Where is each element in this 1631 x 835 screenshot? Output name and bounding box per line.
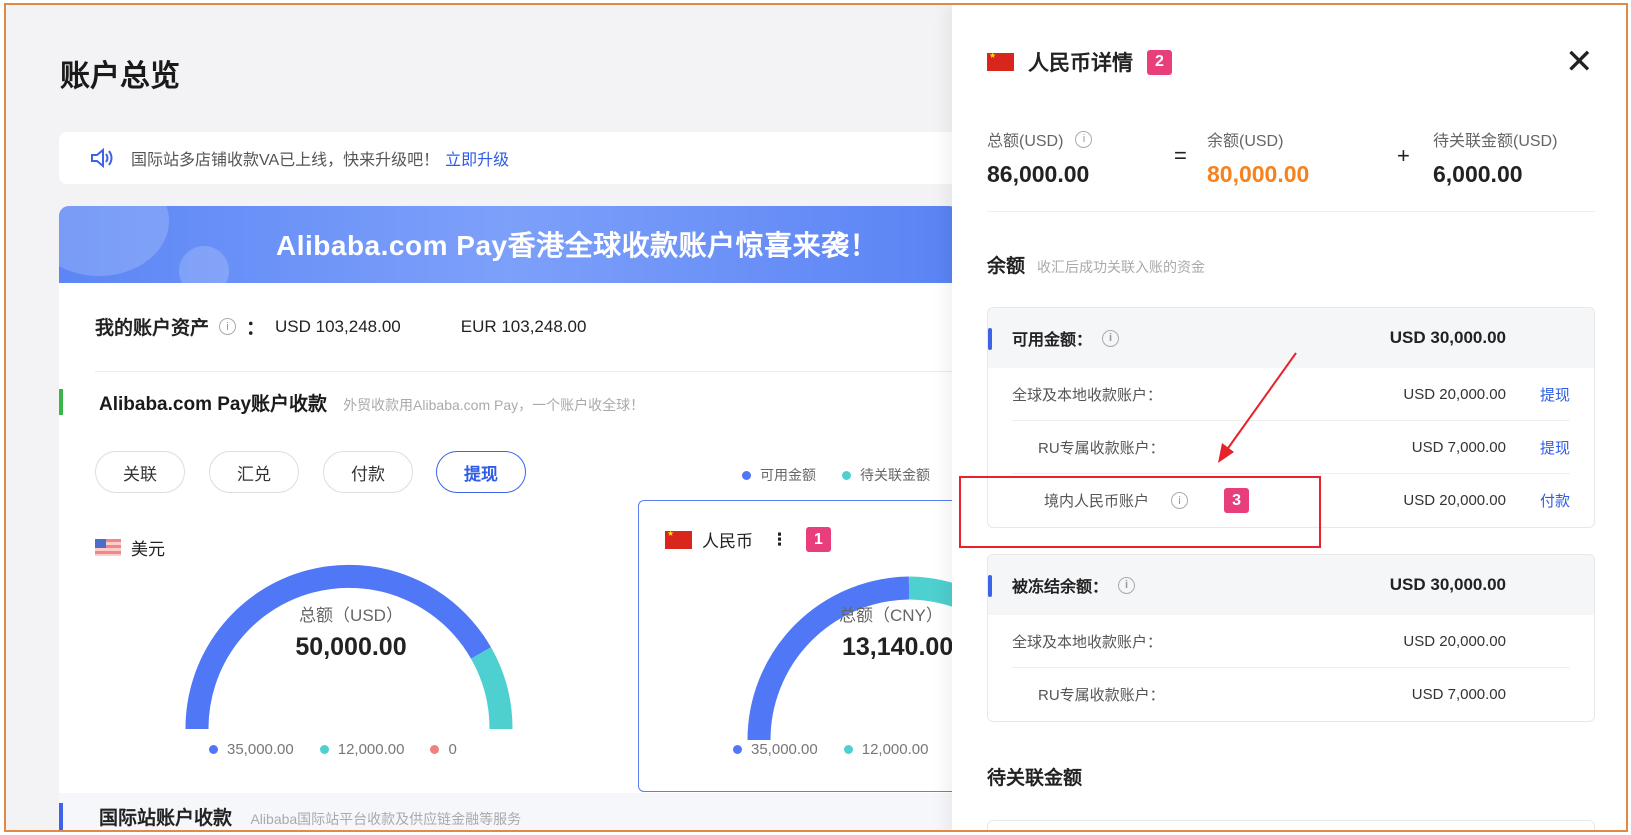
usd-other: 0 [448,741,457,758]
rmb-values: 35,000.00 12,000.00 [733,741,928,758]
equals-sign: = [1174,143,1187,168]
section-title: Alibaba.com Pay账户收款 [99,394,328,415]
withdraw-link[interactable]: 提现 [1540,384,1570,405]
app-window: 账户总览 国际站多店铺收款VA已上线，快来升级吧！ 立即升级 Alibaba.c… [4,3,1628,832]
upgrade-link[interactable]: 立即升级 [445,146,509,170]
total-value: 86,000.00 [987,161,1090,187]
info-icon[interactable]: i [1118,576,1136,594]
promo-banner[interactable]: Alibaba.com Pay香港全球收款账户惊喜来袭！ [59,206,959,284]
usd-values: 35,000.00 12,000.00 0 [209,741,457,758]
speaker-icon [91,147,113,169]
balance-section-title: 余额 收汇后成功关联入账的资金 [987,256,1206,277]
intl-section: 国际站账户收款 Alibaba国际站平台收款及供应链金融等服务 [59,793,959,830]
info-icon[interactable]: i [1075,130,1093,148]
rmb-total-label: 总额（CNY） [839,606,943,625]
pending-label: 待关联金额(USD) [1433,133,1558,150]
cn-flag-icon [987,51,1014,71]
frozen-amount: USD 30,000.00 [1389,575,1506,594]
chart-legend: 可用金额 待关联金额 [742,465,930,485]
us-flag-icon [95,539,121,556]
page-title: 账户总览 [60,60,180,93]
balance-value: 80,000.00 [1207,161,1310,187]
assets-colon: ： [246,318,266,339]
gauge-pending-arc [470,647,513,730]
pay-link[interactable]: 付款 [1540,490,1570,511]
info-icon[interactable]: i [219,318,237,335]
section-header: Alibaba.com Pay账户收款 外贸收款用Alibaba.com Pay… [59,389,644,415]
drawer-title-text: 人民币详情 [1028,52,1133,75]
banner-text: Alibaba.com Pay香港全球收款账户惊喜来袭！ [276,230,879,261]
assets-card: 我的账户资产 i ： USD 103,248.00 EUR 103,248.00… [59,283,998,793]
annotation-highlight-box [959,476,1321,548]
pending-box [987,820,1595,830]
account-assets: 我的账户资产 i ： USD 103,248.00 EUR 103,248.00 [95,313,586,340]
pending-section-title: 待关联金额 [987,768,1083,789]
list-item: 全球及本地收款账户： USD 20,000.00 [1012,615,1570,668]
info-icon[interactable]: i [1102,329,1120,347]
rmb-detail-drawer: 人民币详情 2 ✕ 总额(USD)i 86,000.00 = 余额(USD) 8… [952,5,1626,830]
usd-label: 美元 [131,540,165,559]
legend-available: 可用金额 [742,465,816,485]
drawer-title: 人民币详情 2 [987,47,1172,77]
usd-available: 35,000.00 [227,741,294,758]
list-item: RU专属收款账户： USD 7,000.00 [1038,686,1506,704]
divider [987,211,1595,212]
usd-total-label: 总额（USD） [299,606,403,625]
usd-currency: 美元 [95,535,165,560]
usd-pending: 12,000.00 [337,741,405,758]
available-amount: USD 30,000.00 [1389,328,1506,347]
close-icon[interactable]: ✕ [1565,45,1594,79]
usd-total-value: 50,000.00 [295,633,407,661]
rmb-card[interactable]: 人民币 ⋮ 1 总额（CNY） 13,140.00 35,000.00 12,0… [638,500,998,792]
total-label: 总额(USD) i [987,127,1093,151]
link-button[interactable]: 关联 [95,451,185,493]
withdraw-button[interactable]: 提现 [436,451,526,493]
frozen-header: 被冻结余额： i USD 30,000.00 [988,555,1594,615]
assets-usd: USD 103,248.00 [275,316,401,336]
plus-sign: + [1397,143,1410,168]
notice-text: 国际站多店铺收款VA已上线，快来升级吧！ [131,152,440,169]
assets-label: 我的账户资产 [95,318,210,339]
annotation-arrow-icon [1218,352,1297,463]
section-desc: 外贸收款用Alibaba.com Pay，一个账户收全球！ [343,397,645,413]
balance-label: 余额(USD) [1207,133,1284,150]
intl-title: 国际站账户收款 [99,808,233,829]
balance-section-desc: 收汇后成功关联入账的资金 [1037,259,1206,275]
assets-eur: EUR 103,248.00 [460,316,587,336]
pay-button[interactable]: 付款 [323,451,413,493]
divider [95,371,995,372]
annotation-badge-2: 2 [1147,49,1172,75]
frozen-box: 被冻结余额： i USD 30,000.00 全球及本地收款账户： USD 20,00… [987,554,1595,722]
notice-bar: 国际站多店铺收款VA已上线，快来升级吧！ 立即升级 [59,132,959,184]
pending-value: 6,000.00 [1433,161,1523,187]
rmb-total-value: 13,140.00 [842,633,954,661]
cn-flag-icon [665,529,692,549]
exchange-button[interactable]: 汇兑 [209,451,299,493]
legend-pending: 待关联金额 [842,465,930,485]
intl-desc: Alibaba国际站平台收款及供应链金融等服务 [250,811,522,827]
withdraw-link[interactable]: 提现 [1540,437,1570,458]
